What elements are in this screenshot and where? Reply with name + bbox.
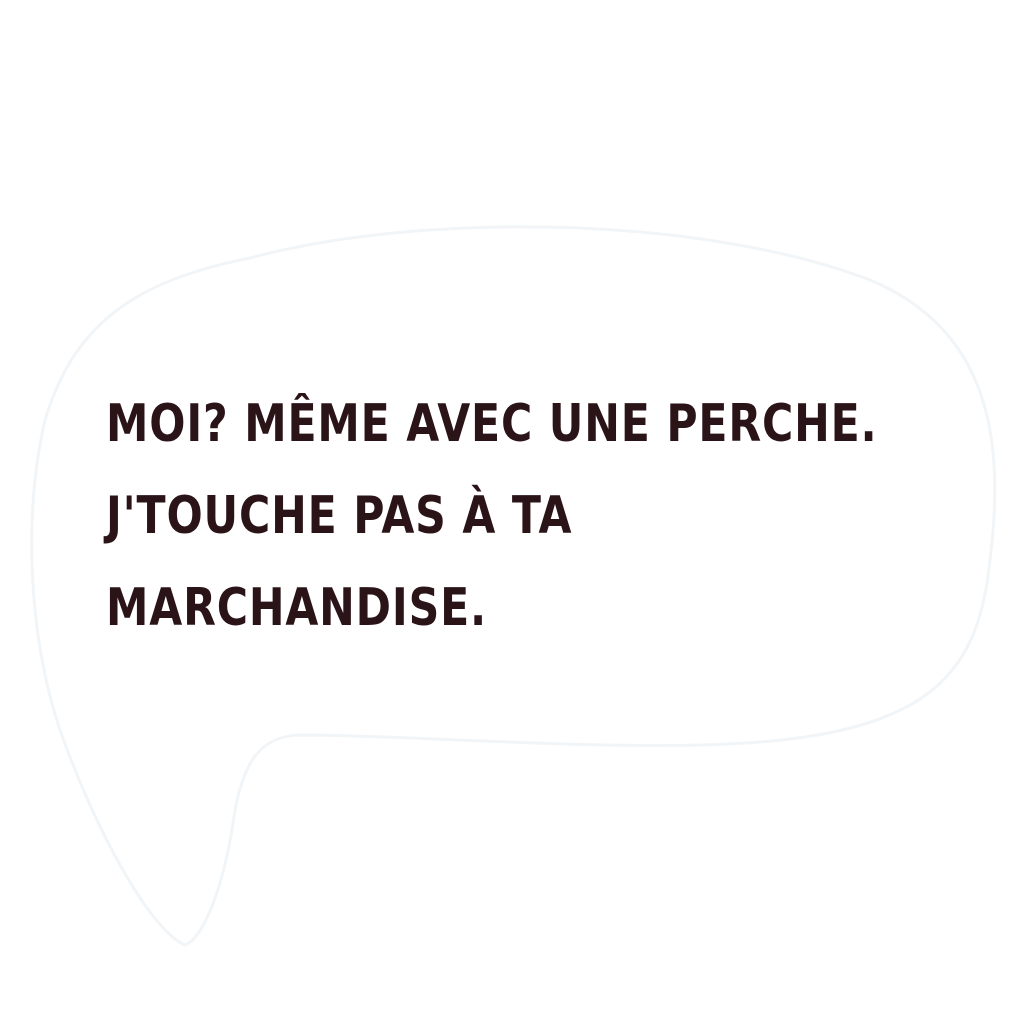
comic-panel: MOI? MÊME AVEC UNE PERCHE. J'TOUCHE PAS … [0,0,1024,1024]
speech-line-2: J'TOUCHE PAS À TA [106,486,573,546]
speech-line-3: MARCHANDISE. [106,578,488,638]
speech-line-1: MOI? MÊME AVEC UNE PERCHE. [106,394,878,454]
speech-bubble-text: MOI? MÊME AVEC UNE PERCHE. J'TOUCHE PAS … [106,378,878,654]
